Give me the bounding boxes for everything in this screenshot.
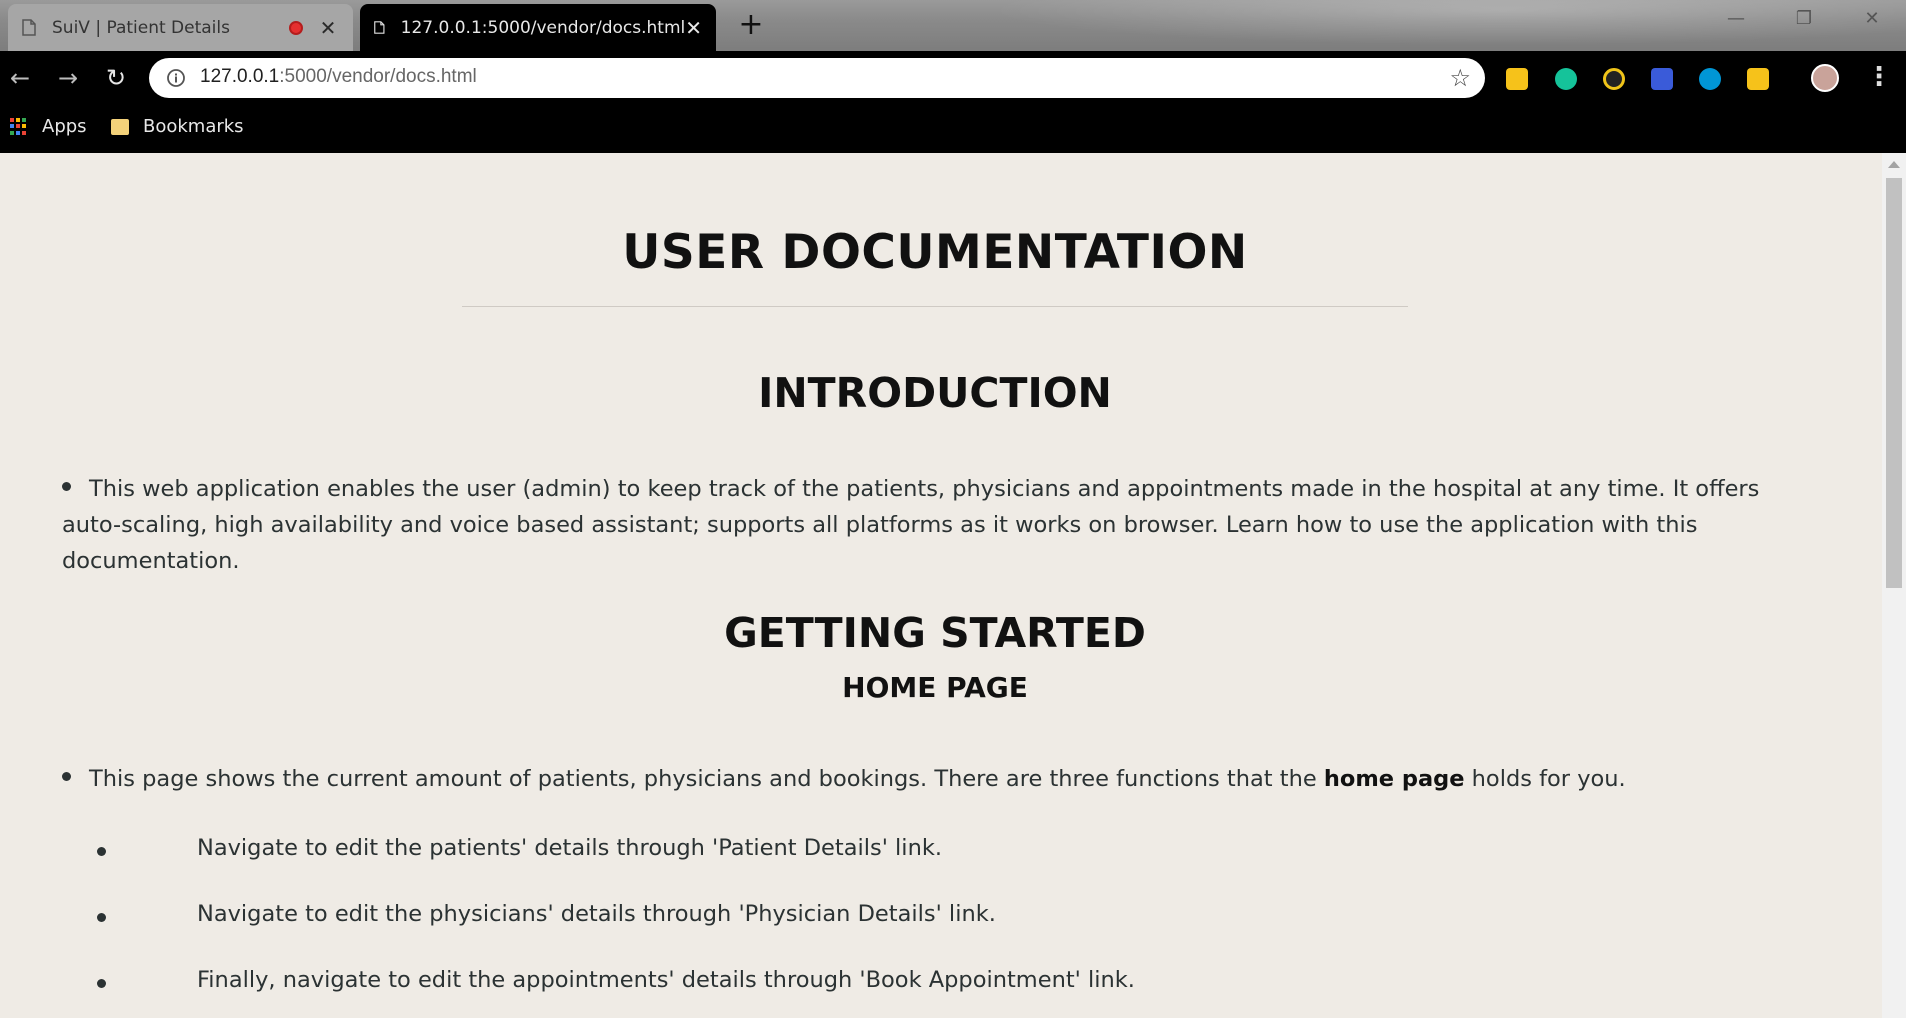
bookmark-apps[interactable]: Apps	[10, 116, 87, 137]
bookmark-star-icon[interactable]: ☆	[1449, 64, 1471, 92]
tab-title: 127.0.0.1:5000/vendor/docs.html	[400, 17, 686, 38]
back-icon[interactable]: ←	[5, 63, 35, 93]
recording-icon	[289, 20, 303, 35]
info-icon[interactable]	[166, 68, 186, 88]
close-tab-icon[interactable]: ✕	[685, 18, 702, 38]
bullet-icon	[97, 913, 106, 922]
lighthouse-extension-icon[interactable]	[1651, 68, 1673, 90]
tab-title: SuiV | Patient Details	[52, 17, 230, 38]
arrow-extension-icon[interactable]	[1747, 68, 1769, 90]
tab-patient-details[interactable]: SuiV | Patient Details ✕	[8, 4, 353, 51]
tab-docs[interactable]: 127.0.0.1:5000/vendor/docs.html ✕	[360, 4, 716, 51]
tab-strip: SuiV | Patient Details ✕ 127.0.0.1:5000/…	[0, 0, 1906, 51]
list-item-text: Navigate to edit the patients' details t…	[197, 835, 943, 861]
list-item-text: Navigate to edit the physicians' details…	[197, 901, 996, 927]
title-divider	[462, 306, 1408, 307]
getting-started-heading: GETTING STARTED	[724, 609, 1146, 657]
scroll-up-icon[interactable]	[1888, 161, 1900, 168]
forward-icon[interactable]: →	[53, 63, 83, 93]
browser-toolbar: ← → ↻ 127.0.0.1:5000/vendor/docs.html ☆ …	[0, 51, 1906, 104]
bullet-icon	[62, 772, 71, 781]
url-path: :5000/vendor/docs.html	[279, 66, 477, 87]
close-tab-icon[interactable]: ✕	[317, 18, 339, 38]
address-bar[interactable]: 127.0.0.1:5000/vendor/docs.html ☆	[149, 58, 1485, 98]
scrollbar-thumb[interactable]	[1886, 178, 1902, 588]
url-text[interactable]: 127.0.0.1:5000/vendor/docs.html	[200, 66, 477, 88]
reload-icon[interactable]: ↻	[101, 63, 131, 93]
list-item-text: Finally, navigate to edit the appointmen…	[197, 967, 1135, 993]
honey-extension-icon[interactable]	[1506, 68, 1528, 90]
profile-avatar[interactable]	[1811, 64, 1839, 92]
bullet-icon	[97, 979, 106, 988]
close-window-icon[interactable]: ✕	[1852, 8, 1892, 29]
introduction-heading: INTRODUCTION	[758, 369, 1112, 417]
home-text-before: This page shows the current amount of pa…	[89, 766, 1324, 792]
introduction-text: This web application enables the user (a…	[62, 476, 1760, 574]
new-tab-button[interactable]: +	[738, 10, 764, 40]
home-page-heading: HOME PAGE	[842, 671, 1028, 704]
document-icon	[22, 19, 36, 36]
page-scrollbar[interactable]	[1882, 153, 1906, 1018]
bookmark-folder[interactable]: Bookmarks	[111, 116, 244, 137]
page-content: USER DOCUMENTATION INTRODUCTION This web…	[0, 153, 1882, 1018]
kebab-menu-icon[interactable]: ⋮	[1866, 62, 1892, 92]
bookmark-label: Bookmarks	[143, 116, 244, 137]
grammarly-extension-icon[interactable]	[1555, 68, 1577, 90]
url-host: 127.0.0.1	[200, 66, 280, 87]
restore-icon[interactable]: ❐	[1784, 8, 1824, 29]
minimize-icon[interactable]: —	[1716, 8, 1756, 29]
home-page-paragraph: This page shows the current amount of pa…	[62, 761, 1802, 797]
bullet-icon	[62, 482, 71, 491]
document-icon	[374, 21, 385, 34]
bullet-icon	[97, 847, 106, 856]
bookmarks-bar: Apps Bookmarks	[0, 104, 1906, 153]
home-text-bold: home page	[1323, 766, 1465, 792]
hp-extension-icon[interactable]	[1699, 68, 1721, 90]
apps-grid-icon	[10, 117, 28, 136]
introduction-paragraph: This web application enables the user (a…	[62, 471, 1802, 579]
folder-icon	[111, 118, 129, 135]
norton-extension-icon[interactable]	[1603, 68, 1625, 90]
page-title: USER DOCUMENTATION	[622, 225, 1248, 280]
bookmark-label: Apps	[42, 116, 87, 137]
home-text-after: holds for you.	[1464, 766, 1626, 792]
